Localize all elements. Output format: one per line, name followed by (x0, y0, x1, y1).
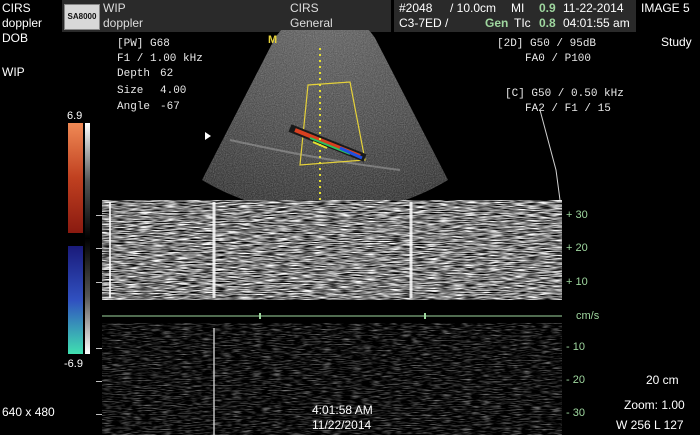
pw-depth-value: 62 (160, 68, 174, 80)
phantom-label: CIRS (2, 1, 31, 15)
header-cirs: CIRS (290, 1, 319, 15)
scale-minus-10: - 10 (566, 341, 585, 353)
scale-plus-20: + 20 (566, 242, 588, 254)
focus-marker (205, 132, 211, 140)
tic-label: TIc (514, 16, 531, 30)
header-wip: WIP (103, 1, 126, 15)
scale-plus-10: + 10 (566, 276, 588, 288)
footer-date: 11/22/2014 (312, 418, 372, 432)
pw-line2: F1 / 1.00 kHz (117, 53, 203, 65)
color-bar-positive (68, 123, 83, 233)
header-time: 04:01:55 am (563, 16, 630, 30)
header-general: General (290, 16, 333, 30)
file-number: #2048 (399, 1, 433, 15)
scale-minus-20: - 20 (566, 374, 585, 386)
orientation-marker: M (268, 34, 278, 46)
bmode-sector-image (202, 30, 448, 200)
ecg-trace (539, 110, 561, 200)
pw-angle-label: Angle (117, 101, 151, 113)
resolution-label: 640 x 480 (2, 405, 55, 419)
mi-label: MI (511, 1, 525, 15)
spectrum-positive (102, 200, 562, 300)
pw-depth-label: Depth (117, 68, 151, 80)
twod-params-2: FA0 / P100 (525, 53, 592, 65)
scale-plus-30: + 30 (566, 209, 588, 221)
sector-speckle (202, 30, 448, 200)
footer-time: 4:01:58 AM (312, 403, 373, 417)
window-level-label: W 256 L 127 (616, 418, 684, 432)
color-bar-negative (68, 246, 83, 354)
scale-minus-30: - 30 (566, 407, 585, 419)
depth-scale: / 10.0cm (450, 1, 497, 15)
mode-label: doppler (2, 16, 43, 30)
color-params: [C] G50 / 0.50 kHz (505, 88, 624, 100)
gray-bar (85, 123, 90, 354)
color-bar-top-value: 6.9 (67, 110, 83, 122)
header-doppler: doppler (103, 16, 144, 30)
dob-label: DOB (2, 31, 29, 45)
mi-value: 0.9 (539, 1, 556, 15)
wip-label: WIP (2, 65, 25, 79)
color-bar-bottom-value: -6.9 (64, 358, 83, 370)
spectral-doppler-display (102, 200, 562, 435)
pw-angle-value: -67 (160, 101, 180, 113)
probe-label: C3-7ED / (399, 16, 449, 30)
scale-unit: cm/s (576, 310, 600, 322)
tic-value: 0.8 (539, 16, 556, 30)
depth-label: 20 cm (646, 373, 679, 387)
twod-params: [2D] G50 / 95dB (497, 38, 597, 50)
header-date: 11-22-2014 (563, 1, 624, 15)
pw-size-value: 4.00 (160, 85, 187, 97)
image-label: IMAGE 5 (641, 1, 690, 15)
pw-line1: [PW] G68 (117, 38, 170, 50)
study-label: Study (661, 35, 692, 49)
zoom-label: Zoom: 1.00 (624, 398, 685, 412)
logo-badge: SA8000 (64, 4, 100, 30)
pw-size-label: Size (117, 85, 144, 97)
gen-label: Gen (485, 16, 509, 30)
